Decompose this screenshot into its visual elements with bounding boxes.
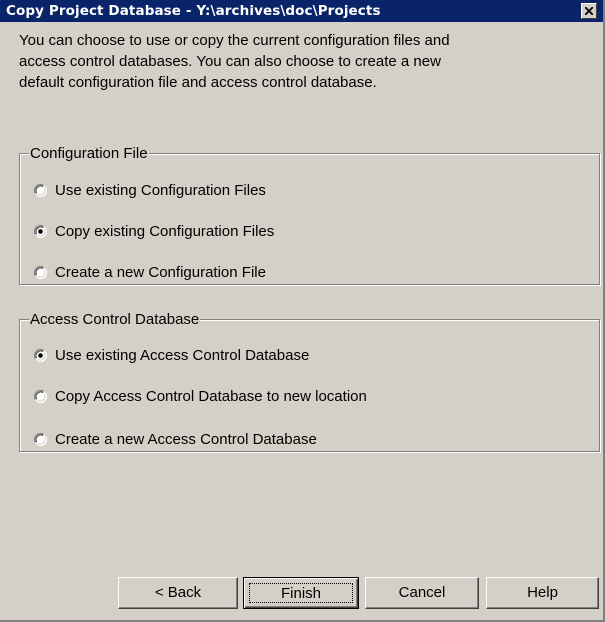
cancel-button[interactable]: Cancel bbox=[365, 577, 479, 609]
radio-label: Create a new Configuration File bbox=[55, 263, 266, 281]
radio-selected-icon[interactable] bbox=[34, 348, 47, 362]
radio-unselected-icon[interactable] bbox=[34, 389, 47, 403]
intro-line: access control databases. You can also c… bbox=[19, 53, 441, 70]
finish-button[interactable]: Finish bbox=[243, 577, 359, 609]
radio-copy-access-db[interactable]: Copy Access Control Database to new loca… bbox=[34, 386, 367, 406]
radio-selected-icon[interactable] bbox=[34, 224, 47, 238]
radio-create-new-config[interactable]: Create a new Configuration File bbox=[34, 262, 266, 282]
configuration-file-legend: Configuration File bbox=[29, 145, 149, 162]
finish-button-label: Finish bbox=[249, 583, 353, 603]
radio-create-new-access-db[interactable]: Create a new Access Control Database bbox=[34, 429, 317, 449]
radio-label: Copy Access Control Database to new loca… bbox=[55, 387, 367, 405]
radio-label: Use existing Access Control Database bbox=[55, 346, 310, 364]
radio-label: Use existing Configuration Files bbox=[55, 181, 266, 199]
radio-label: Copy existing Configuration Files bbox=[55, 222, 275, 240]
access-control-database-group: Access Control Database Use existing Acc… bbox=[19, 311, 600, 452]
radio-unselected-icon[interactable] bbox=[34, 432, 47, 446]
copy-project-database-dialog: Copy Project Database - Y:\archives\doc\… bbox=[0, 0, 605, 622]
configuration-file-group: Configuration File Use existing Configur… bbox=[19, 145, 600, 285]
intro-line: default configuration file and access co… bbox=[19, 74, 377, 91]
intro-text: You can choose to use or copy the curren… bbox=[19, 30, 579, 93]
help-button[interactable]: Help bbox=[486, 577, 599, 609]
radio-unselected-icon[interactable] bbox=[34, 265, 47, 279]
radio-label: Create a new Access Control Database bbox=[55, 430, 317, 448]
radio-use-existing-access-db[interactable]: Use existing Access Control Database bbox=[34, 345, 309, 365]
intro-line: You can choose to use or copy the curren… bbox=[19, 32, 450, 49]
back-button[interactable]: < Back bbox=[118, 577, 238, 609]
radio-unselected-icon[interactable] bbox=[34, 183, 47, 197]
radio-copy-existing-config[interactable]: Copy existing Configuration Files bbox=[34, 221, 274, 241]
access-control-database-legend: Access Control Database bbox=[29, 311, 201, 328]
close-icon bbox=[585, 7, 593, 15]
dialog-title: Copy Project Database - Y:\archives\doc\… bbox=[6, 3, 381, 19]
title-bar[interactable]: Copy Project Database - Y:\archives\doc\… bbox=[0, 0, 603, 22]
close-button[interactable] bbox=[581, 3, 597, 19]
radio-use-existing-config[interactable]: Use existing Configuration Files bbox=[34, 180, 266, 200]
